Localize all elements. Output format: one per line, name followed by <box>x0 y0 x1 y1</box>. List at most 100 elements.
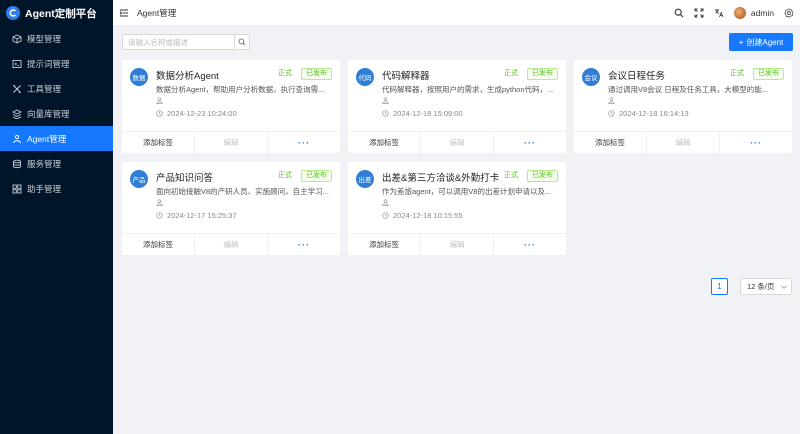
agent-time: 2024-12-23 10:24:00 <box>167 109 237 118</box>
database-icon <box>13 159 21 168</box>
sidebar-item-label: 提示词管理 <box>27 58 70 69</box>
more-button[interactable]: ··· <box>493 132 566 153</box>
add-tag-button[interactable]: 添加标签 <box>348 234 420 255</box>
card-actions: 添加标签 编辑 ··· <box>348 131 566 153</box>
add-tag-button[interactable]: 添加标签 <box>348 132 420 153</box>
add-tag-button[interactable]: 添加标签 <box>122 234 194 255</box>
page-size-select[interactable]: 12 条/页 <box>740 278 792 295</box>
page-size-value: 12 条/页 <box>747 282 775 291</box>
card-actions: 添加标签 编辑 ··· <box>348 233 566 255</box>
sidebar-item-label: 工具管理 <box>27 83 62 94</box>
sidebar-item-label: 服务管理 <box>27 158 62 169</box>
formal-tag: 正式 <box>499 170 523 182</box>
add-tag-button[interactable]: 添加标签 <box>122 132 194 153</box>
formal-tag: 正式 <box>273 170 297 182</box>
user-icon <box>156 199 163 206</box>
page-1-button[interactable]: 1 <box>711 278 728 295</box>
agent-description: 数据分析Agent，帮助用户分析数据，执行查询需... <box>156 85 325 94</box>
formal-tag: 正式 <box>273 68 297 80</box>
agent-avatar: 出差 <box>356 170 374 188</box>
agent-avatar: 代码 <box>356 68 374 86</box>
edit-button[interactable]: 编辑 <box>194 132 267 153</box>
create-agent-button[interactable]: + 创建Agent <box>729 33 793 51</box>
agent-title: 代码解释器 <box>382 71 430 82</box>
fullscreen-icon[interactable] <box>694 8 704 18</box>
search-icon <box>238 38 246 46</box>
more-button[interactable]: ··· <box>719 132 792 153</box>
sidebar-item-tools[interactable]: 工具管理 <box>0 76 113 101</box>
user-icon <box>608 97 615 104</box>
agent-time: 2024-12-17 15:25:37 <box>167 211 237 220</box>
sidebar-item-agents[interactable]: Agent管理 <box>0 126 113 151</box>
avatar <box>733 7 746 19</box>
agent-time: 2024-12-18 16:14:13 <box>619 109 689 118</box>
search-input[interactable] <box>123 35 235 49</box>
agent-card[interactable]: 会议 会议日程任务 正式 已发布 通过调用V8会议 日程及任务工具，大模型的能.… <box>574 60 792 153</box>
agent-time: 2024-12-18 15:09:00 <box>393 109 463 118</box>
translate-icon[interactable] <box>714 8 724 18</box>
clock-icon <box>156 212 163 219</box>
agent-icon <box>13 134 21 143</box>
clock-icon <box>382 110 389 117</box>
gear-icon[interactable] <box>784 8 794 18</box>
menu-fold-icon[interactable] <box>119 8 129 18</box>
card-actions: 添加标签 编辑 ··· <box>122 233 340 255</box>
status-badge: 已发布 <box>301 170 332 182</box>
edit-button[interactable]: 编辑 <box>646 132 719 153</box>
clock-icon <box>608 110 615 117</box>
clock-icon <box>156 110 163 117</box>
agent-card[interactable]: 代码 代码解释器 正式 已发布 代码解释器，按照用户的需求，生成python代码… <box>348 60 566 153</box>
search-box <box>122 34 250 50</box>
more-button[interactable]: ··· <box>267 132 340 153</box>
edit-button[interactable]: 编辑 <box>194 234 267 255</box>
sidebar-item-label: Agent管理 <box>27 133 67 144</box>
formal-tag: 正式 <box>725 68 749 80</box>
sidebar-item-label: 助手管理 <box>27 183 62 194</box>
edit-button[interactable]: 编辑 <box>420 132 493 153</box>
sidebar-item-prompts[interactable]: 提示词管理 <box>0 51 113 76</box>
sidebar-item-assistants[interactable]: 助手管理 <box>0 176 113 201</box>
sidebar-item-vectors[interactable]: 向量库管理 <box>0 101 113 126</box>
more-button[interactable]: ··· <box>267 234 340 255</box>
status-badge: 已发布 <box>753 68 784 80</box>
agent-description: 代码解释器，按照用户的需求，生成python代码，... <box>382 85 554 94</box>
agent-avatar: 数据 <box>130 68 148 86</box>
agent-title: 产品知识问答 <box>156 173 214 184</box>
more-button[interactable]: ··· <box>493 234 566 255</box>
add-tag-button[interactable]: 添加标签 <box>574 132 646 153</box>
agent-card[interactable]: 产品 产品知识问答 正式 已发布 面向初始接触V8的产研人员、实施顾问，自主学习… <box>122 162 340 255</box>
username: admin <box>750 8 774 18</box>
user-icon <box>382 97 389 104</box>
agent-time: 2024-12-18 10:15:55 <box>393 211 463 220</box>
status-badge: 已发布 <box>527 170 558 182</box>
prompt-icon <box>12 59 22 68</box>
status-badge: 已发布 <box>301 68 332 80</box>
user-icon <box>382 199 389 206</box>
agent-card[interactable]: 出差 出差&第三方洽谈&外勤打卡 正式 已发布 作为差旅agent，可以调用V8… <box>348 162 566 255</box>
sidebar-item-models[interactable]: 模型管理 <box>0 26 113 51</box>
vector-icon <box>12 108 22 119</box>
card-actions: 添加标签 编辑 ··· <box>122 131 340 153</box>
edit-button[interactable]: 编辑 <box>420 234 493 255</box>
search-button[interactable] <box>234 35 249 49</box>
agent-card[interactable]: 数据 数据分析Agent 正式 已发布 数据分析Agent，帮助用户分析数据，执… <box>122 60 340 153</box>
agent-description: 作为差旅agent，可以调用V8的出差计划申请以及... <box>382 187 552 196</box>
model-icon <box>12 33 22 44</box>
agent-title: 会议日程任务 <box>608 71 666 82</box>
sidebar-item-label: 模型管理 <box>27 33 62 44</box>
agent-description: 通过调用V8会议 日程及任务工具，大模型的能... <box>608 85 769 94</box>
tools-icon <box>13 84 21 93</box>
formal-tag: 正式 <box>499 68 523 80</box>
sidebar: Agent定制平台 模型管理 提示词管理 工具管理 向量库管理 Agent管理 … <box>0 0 113 434</box>
grid-icon <box>12 184 22 193</box>
sidebar-item-services[interactable]: 服务管理 <box>0 151 113 176</box>
chevron-down-icon <box>781 285 787 289</box>
topbar: Agent管理 admin <box>113 0 800 26</box>
clock-icon <box>382 212 389 219</box>
breadcrumb: Agent管理 <box>137 7 177 18</box>
user-icon <box>156 97 163 104</box>
agent-description: 面向初始接触V8的产研人员、实施顾问，自主学习... <box>156 187 329 196</box>
plus-icon: + <box>738 37 744 47</box>
user-menu[interactable]: admin <box>733 7 774 19</box>
search-icon[interactable] <box>674 8 684 18</box>
